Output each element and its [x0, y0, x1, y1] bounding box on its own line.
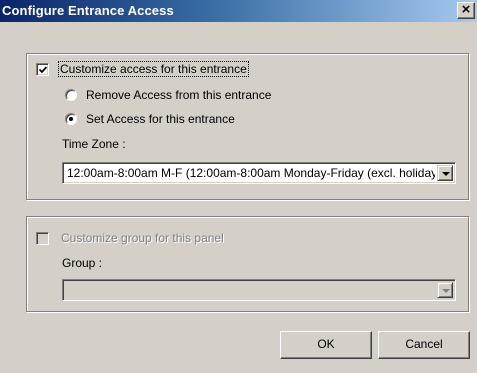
chevron-down-icon: [442, 289, 450, 293]
ok-button-label: OK: [317, 337, 335, 351]
time-zone-label: Time Zone :: [62, 137, 126, 151]
time-zone-dropdown-button[interactable]: [437, 165, 453, 181]
group-label: Group :: [62, 256, 103, 270]
checkmark-icon: [39, 66, 47, 74]
group-select[interactable]: [62, 279, 456, 301]
time-zone-select[interactable]: 12:00am-8:00am M-F (12:00am-8:00am Monda…: [62, 162, 456, 184]
set-access-label[interactable]: Set Access for this entrance: [86, 112, 235, 127]
chevron-down-icon: [442, 172, 450, 176]
set-access-radio[interactable]: [65, 113, 77, 125]
cancel-button-label: Cancel: [405, 337, 443, 351]
customize-access-label[interactable]: Customize access for this entrance: [58, 61, 249, 77]
close-button[interactable]: ×: [457, 1, 475, 19]
customize-group-checkbox[interactable]: [36, 232, 49, 245]
time-zone-value: 12:00am-8:00am M-F (12:00am-8:00am Monda…: [67, 166, 435, 180]
group-dropdown-button[interactable]: [437, 282, 453, 298]
configure-entrance-access-dialog: Configure Entrance Access × Customize ac…: [0, 0, 477, 373]
customize-access-label-text: Customize access for this entrance: [58, 61, 249, 77]
ok-button[interactable]: OK: [280, 331, 372, 359]
remove-access-label[interactable]: Remove Access from this entrance: [86, 88, 271, 103]
title-bar[interactable]: Configure Entrance Access ×: [0, 0, 477, 22]
cancel-button[interactable]: Cancel: [378, 331, 470, 359]
customize-group-label[interactable]: Customize group for this panel: [61, 231, 224, 246]
close-icon: ×: [461, 1, 471, 18]
radio-selected-dot: [69, 117, 73, 121]
remove-access-radio[interactable]: [65, 89, 77, 101]
window-title: Configure Entrance Access: [2, 3, 174, 18]
customize-access-checkbox[interactable]: [36, 63, 49, 76]
